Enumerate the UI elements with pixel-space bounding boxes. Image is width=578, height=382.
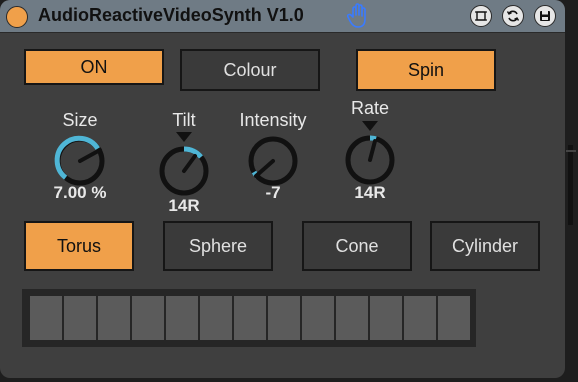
intensity-dial[interactable] [245, 133, 301, 189]
meter-cell[interactable] [404, 296, 436, 340]
meter-cell[interactable] [438, 296, 470, 340]
fit-icon[interactable] [470, 5, 492, 27]
tilt-dial-label: Tilt [172, 110, 196, 130]
meter-cell[interactable] [98, 296, 130, 340]
rate-dial-label: Rate [350, 98, 390, 118]
rate-dial-value: 14R [354, 183, 386, 202]
save-icon[interactable] [534, 5, 556, 27]
scrollbar-tick [566, 150, 576, 152]
size-dial-value: 7.00 % [53, 183, 107, 202]
cylinder-button[interactable]: Cylinder [430, 221, 540, 271]
device-title: AudioReactiveVideoSynth V1.0 [38, 5, 304, 25]
meter-cell[interactable] [234, 296, 266, 340]
meter-cell[interactable] [302, 296, 334, 340]
meter-cell[interactable] [200, 296, 232, 340]
tilt-dial-value: 14R [168, 196, 200, 215]
on-button[interactable]: ON [24, 49, 164, 85]
meter-cell[interactable] [132, 296, 164, 340]
intensity-dial-label: Intensity [239, 110, 307, 130]
intensity-dial-value: -7 [265, 183, 281, 202]
meter-cell[interactable] [64, 296, 96, 340]
device-power-toggle[interactable] [6, 6, 28, 28]
device-window: AudioReactiveVideoSynth V1.0 ON Colour S… [0, 0, 565, 378]
refresh-icon[interactable] [502, 5, 524, 27]
rate-dial[interactable] [342, 132, 398, 188]
spin-button[interactable]: Spin [356, 49, 496, 91]
cone-button[interactable]: Cone [302, 221, 412, 271]
scrollbar-track[interactable] [568, 145, 573, 225]
sphere-button[interactable]: Sphere [163, 221, 273, 271]
torus-button[interactable]: Torus [24, 221, 134, 271]
size-dial-label: Size [62, 110, 98, 130]
meter-cell[interactable] [30, 296, 62, 340]
meter-cell[interactable] [370, 296, 402, 340]
colour-button[interactable]: Colour [180, 49, 320, 91]
tilt-dial[interactable] [156, 143, 212, 199]
meter-cell[interactable] [268, 296, 300, 340]
meter-cell[interactable] [336, 296, 368, 340]
title-bar: AudioReactiveVideoSynth V1.0 [0, 0, 565, 33]
size-dial[interactable] [52, 133, 108, 189]
hand-icon[interactable] [347, 3, 369, 29]
step-meter [22, 289, 476, 347]
meter-cell[interactable] [166, 296, 198, 340]
